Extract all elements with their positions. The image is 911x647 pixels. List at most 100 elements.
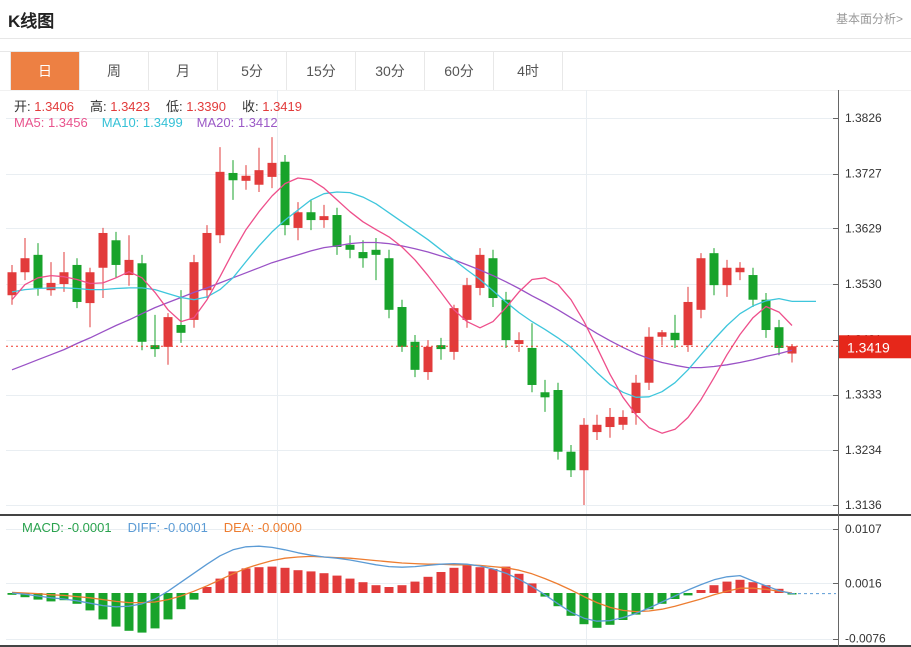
price-axis-label: 1.3826 <box>845 111 882 125</box>
candle-body <box>658 332 667 336</box>
macd-bar <box>437 572 446 593</box>
macd-bar <box>281 568 290 593</box>
macd-bar <box>307 571 316 593</box>
candle-body <box>580 425 589 470</box>
macd-bar <box>294 570 303 593</box>
candle-body <box>671 333 680 340</box>
candle-body <box>242 176 251 181</box>
candle-body <box>177 325 186 333</box>
price-axis-label: 1.3234 <box>845 443 882 457</box>
candle-body <box>268 163 277 177</box>
legend-item: 收: 1.3419 <box>242 99 302 114</box>
candle-body <box>736 268 745 272</box>
macd-bar <box>710 585 719 593</box>
candle-body <box>398 307 407 347</box>
candle-body <box>320 216 329 220</box>
candle-body <box>684 302 693 345</box>
macd-bar <box>333 576 342 593</box>
candle-body <box>515 340 524 344</box>
candle-body <box>788 346 797 353</box>
tab-月[interactable]: 月 <box>149 52 218 90</box>
legend-item: 低: 1.3390 <box>166 99 226 114</box>
candle-body <box>723 268 732 285</box>
price-axis-label: 1.3629 <box>845 221 882 235</box>
candle-body <box>307 212 316 220</box>
page-header: K线图 基本面分析> <box>0 0 911 38</box>
candle-body <box>86 272 95 303</box>
legend-item: DEA: -0.0000 <box>224 520 302 535</box>
macd-bar <box>86 593 95 610</box>
candle-body <box>34 255 43 288</box>
candle-body <box>593 425 602 432</box>
candle-body <box>710 253 719 285</box>
last-price-badge-label: 1.3419 <box>847 339 890 355</box>
macd-axis-label: -0.0076 <box>845 632 886 646</box>
candle-body <box>567 452 576 471</box>
macd-bar <box>411 582 420 593</box>
candle-body <box>372 250 381 255</box>
candle-body <box>528 348 537 385</box>
legend-item: DIFF: -0.0001 <box>128 520 208 535</box>
legend-item: 高: 1.3423 <box>90 99 150 114</box>
macd-bar <box>203 587 212 593</box>
ma-readout: MA5: 1.3456MA10: 1.3499MA20: 1.3412 <box>14 115 292 130</box>
candle-body <box>502 300 511 340</box>
candle-body <box>229 173 238 180</box>
fundamental-analysis-link[interactable]: 基本面分析> <box>836 10 903 27</box>
candle-body <box>424 347 433 372</box>
macd-bar <box>125 593 134 631</box>
macd-bar <box>268 567 277 593</box>
macd-readout: MACD: -0.0001DIFF: -0.0001DEA: -0.0000 <box>22 520 318 535</box>
macd-bar <box>398 585 407 593</box>
candle-body <box>697 258 706 310</box>
tab-日[interactable]: 日 <box>11 52 80 90</box>
price-axis-label: 1.3136 <box>845 498 882 512</box>
tab-30分[interactable]: 30分 <box>356 52 425 90</box>
legend-item: 开: 1.3406 <box>14 99 74 114</box>
macd-bar <box>320 573 329 593</box>
macd-bar <box>515 574 524 593</box>
candle-body <box>385 258 394 310</box>
legend-item: MA10: 1.3499 <box>102 115 183 130</box>
candle-body <box>359 252 368 258</box>
candle-body <box>164 317 173 347</box>
candle-body <box>619 417 628 425</box>
period-tabbar: 日周月5分15分30分60分4时 <box>10 52 563 90</box>
macd-bar <box>502 567 511 593</box>
candle-body <box>489 258 498 298</box>
macd-bar <box>346 579 355 593</box>
macd-bar <box>164 593 173 619</box>
ohlc-readout: 开: 1.3406 高: 1.3423 低: 1.3390 收: 1.3419 <box>14 96 318 115</box>
candle-body <box>73 265 82 302</box>
tab-60分[interactable]: 60分 <box>425 52 494 90</box>
price-axis-label: 1.3333 <box>845 388 882 402</box>
macd-bar <box>736 580 745 593</box>
macd-bar <box>190 593 199 600</box>
candle-body <box>762 300 771 330</box>
candle-body <box>437 345 446 349</box>
ma10-line <box>12 192 792 397</box>
macd-bar <box>476 567 485 593</box>
candle-body <box>47 283 56 290</box>
candle-body <box>60 272 69 284</box>
tab-4时[interactable]: 4时 <box>494 52 563 90</box>
tab-5分[interactable]: 5分 <box>218 52 287 90</box>
tab-周[interactable]: 周 <box>80 52 149 90</box>
macd-bar <box>372 585 381 593</box>
kline-chart: 1.38261.37271.36291.35301.34311.33331.32… <box>0 90 911 647</box>
candle-body <box>554 390 563 452</box>
header-divider <box>0 38 911 39</box>
macd-axis-label: 0.0107 <box>845 522 882 536</box>
macd-bar <box>450 568 459 593</box>
candle-body <box>216 172 225 235</box>
candle-body <box>203 233 212 290</box>
tab-15分[interactable]: 15分 <box>287 52 356 90</box>
candle-body <box>138 263 147 342</box>
candle-body <box>463 285 472 320</box>
legend-item: MA20: 1.3412 <box>197 115 278 130</box>
macd-bar <box>684 593 693 595</box>
macd-bar <box>385 587 394 593</box>
candle-body <box>450 308 459 352</box>
candle-body <box>749 275 758 300</box>
macd-bar <box>112 593 121 627</box>
